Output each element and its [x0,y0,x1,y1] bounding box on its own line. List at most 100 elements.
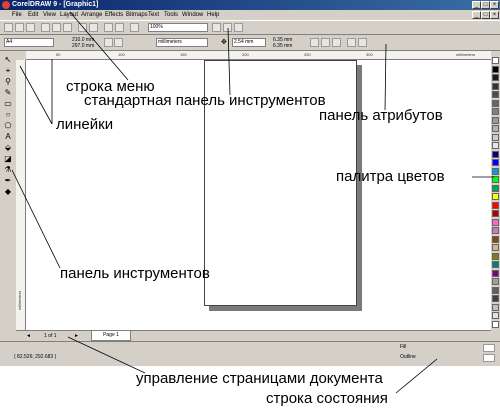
application-launcher-icon[interactable] [212,23,221,32]
snap-to-guidelines-icon[interactable] [321,38,330,47]
export-icon[interactable] [115,23,124,32]
doc-restore-button[interactable]: □ [481,11,490,19]
paper-size-select[interactable]: A4 [4,38,54,47]
palette-swatch[interactable] [492,252,499,260]
palette-swatch[interactable] [492,167,499,175]
palette-swatch[interactable] [492,184,499,192]
landscape-icon[interactable] [114,38,123,47]
shape-tool-icon[interactable]: ⌖ [3,66,13,75]
draw-mode-icon[interactable] [347,38,356,47]
redo-icon[interactable] [89,23,98,32]
zoom-level-field[interactable]: 100% [148,23,208,32]
paste-icon[interactable] [63,23,72,32]
palette-swatch[interactable] [492,125,499,132]
snap-to-grid-icon[interactable] [310,38,319,47]
annotation-color-palette: палитра цветов [336,168,445,185]
palette-swatch[interactable] [492,320,499,328]
nudge-offset-field[interactable]: 2.54 mm [232,38,266,47]
menu-view[interactable]: View [43,10,56,20]
units-select[interactable]: millimeters [156,38,208,47]
palette-swatch[interactable] [492,133,499,141]
annotation-standard-toolbar: стандартная панель инструментов [84,92,326,109]
palette-swatch[interactable] [492,227,499,234]
palette-swatch[interactable] [492,176,499,183]
menu-effects[interactable]: Effects [105,10,123,20]
save-icon[interactable] [26,23,35,32]
palette-swatch[interactable] [492,74,499,81]
palette-swatch[interactable] [492,108,499,115]
palette-swatch[interactable] [492,99,499,107]
palette-swatch[interactable] [492,150,499,158]
page-tab[interactable]: Page 1 [91,331,131,341]
minimize-button[interactable]: _ [472,1,481,9]
palette-swatch[interactable] [492,210,499,217]
import-icon[interactable] [104,23,113,32]
menu-file[interactable]: File [12,10,22,20]
cut-icon[interactable] [41,23,50,32]
portrait-icon[interactable] [104,38,113,47]
fill-swatch[interactable] [483,344,495,352]
palette-swatch[interactable] [492,159,499,166]
outline-swatch[interactable] [483,354,495,362]
eyedropper-tool-icon[interactable]: ⚗ [3,165,13,174]
snap-to-objects-icon[interactable] [332,38,341,47]
copy-icon[interactable] [52,23,61,32]
ellipse-tool-icon[interactable]: ○ [3,110,13,119]
palette-swatch[interactable] [492,269,499,277]
transparency-tool-icon[interactable]: ◪ [3,154,13,163]
options-icon[interactable] [358,38,367,47]
palette-swatch[interactable] [492,142,499,149]
ruler-tick: 250 [304,52,311,57]
palette-swatch[interactable] [492,91,499,98]
close-button[interactable]: × [490,1,499,9]
undo-icon[interactable] [78,23,87,32]
palette-swatch[interactable] [492,82,499,90]
menu-arrange[interactable]: Arrange [81,10,102,20]
page-height-field[interactable]: 297.0 mm [72,43,94,49]
ruler-unit-label: millimeters [456,52,476,57]
palette-swatch[interactable] [492,286,499,294]
outline-tool-icon[interactable]: ✒ [3,176,13,185]
menu-tools[interactable]: Tools [164,10,178,20]
palette-swatch[interactable] [492,57,499,64]
palette-swatch[interactable] [492,295,499,302]
pick-tool-icon[interactable]: ↖ [3,55,13,64]
menu-edit[interactable]: Edit [28,10,38,20]
first-page-button[interactable]: ◄ [26,333,31,339]
text-tool-icon[interactable]: A [3,132,13,141]
zoom-tool-icon[interactable]: ⚲ [3,77,13,86]
palette-swatch[interactable] [492,261,499,268]
help-icon[interactable] [234,23,243,32]
rectangle-tool-icon[interactable]: ▭ [3,99,13,108]
palette-swatch[interactable] [492,116,499,124]
palette-swatch[interactable] [492,201,499,209]
menu-text[interactable]: Text [148,10,159,20]
palette-swatch[interactable] [492,65,499,73]
palette-swatch[interactable] [492,303,499,311]
horizontal-ruler[interactable]: 50 100 150 200 250 300 millimeters [26,51,491,60]
corel-icon[interactable] [223,23,232,32]
palette-swatch[interactable] [492,235,499,243]
next-page-button[interactable]: ► [74,333,79,339]
fill-tool-icon[interactable]: ◆ [3,187,13,196]
interactive-fill-tool-icon[interactable]: ⬙ [3,143,13,152]
maximize-button[interactable]: □ [481,1,490,9]
vertical-ruler[interactable]: millimeters [16,60,26,330]
doc-minimize-button[interactable]: _ [472,11,481,19]
palette-swatch[interactable] [492,244,499,251]
duplicate-distance-y-field[interactable]: 6.35 mm [273,43,292,49]
palette-swatch[interactable] [492,218,499,226]
print-icon[interactable] [130,23,139,32]
polygon-tool-icon[interactable]: ⬠ [3,121,13,130]
menu-help[interactable]: Help [207,10,219,20]
open-icon[interactable] [15,23,24,32]
palette-swatch[interactable] [492,312,499,319]
freehand-tool-icon[interactable]: ✎ [3,88,13,97]
new-icon[interactable] [4,23,13,32]
menu-layout[interactable]: Layout [60,10,78,20]
menu-bitmaps[interactable]: Bitmaps [126,10,148,20]
palette-swatch[interactable] [492,193,499,200]
palette-swatch[interactable] [492,278,499,285]
menu-window[interactable]: Window [182,10,203,20]
doc-close-button[interactable]: × [490,11,499,19]
